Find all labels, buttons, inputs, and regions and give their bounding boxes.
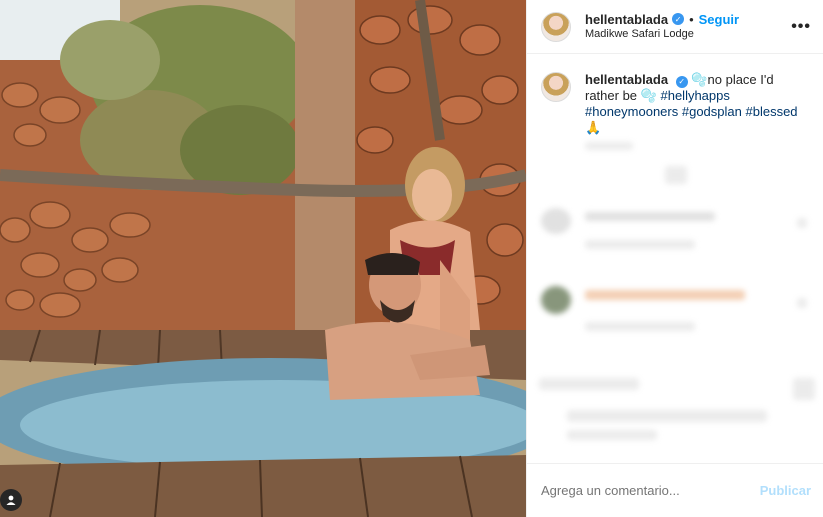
hashtag-link[interactable]: #hellyhapps	[660, 88, 729, 103]
publish-button[interactable]: Publicar	[760, 483, 811, 498]
post-image	[0, 0, 526, 517]
follow-button[interactable]: Seguir	[699, 12, 739, 27]
comment-input[interactable]	[541, 483, 760, 498]
hashtag-link[interactable]: #godsplan	[682, 104, 742, 119]
blurred-comment	[585, 142, 633, 150]
user-tag-icon[interactable]	[0, 489, 22, 511]
blurred-comment	[567, 430, 657, 440]
hashtag-link[interactable]: #honeymooners	[585, 104, 678, 119]
post-header-text: hellentablada ✓ • Seguir Madikwe Safari …	[585, 12, 791, 42]
username-link[interactable]: hellentablada	[585, 12, 668, 27]
post-photo[interactable]	[0, 0, 526, 517]
caption-emoji: 🫧	[691, 72, 708, 87]
blurred-comment	[567, 410, 767, 422]
blurred-avatar	[541, 286, 571, 314]
blurred-comment	[539, 378, 639, 390]
verified-badge-icon: ✓	[672, 13, 685, 25]
caption: hellentablada ✓ 🫧no place I'd rather be …	[527, 54, 823, 136]
caption-username-link[interactable]: hellentablada	[585, 72, 668, 87]
blurred-comment	[585, 212, 715, 221]
person-icon	[6, 495, 16, 505]
blurred-like-icon	[797, 218, 807, 228]
avatar[interactable]	[541, 11, 571, 42]
caption-emoji: 🫧	[640, 88, 657, 103]
comment-form: Publicar	[527, 463, 823, 517]
post-side-panel: hellentablada ✓ • Seguir Madikwe Safari …	[526, 0, 823, 517]
blurred-comment	[665, 166, 687, 184]
separator-dot: •	[689, 11, 694, 27]
post-header: hellentablada ✓ • Seguir Madikwe Safari …	[527, 0, 823, 54]
location-link[interactable]: Madikwe Safari Lodge	[585, 27, 791, 42]
caption-text: hellentablada ✓ 🫧no place I'd rather be …	[585, 72, 805, 136]
blurred-like-icon	[797, 298, 807, 308]
blurred-comment	[585, 290, 745, 300]
blurred-comment	[585, 240, 695, 249]
blurred-icon	[793, 378, 815, 400]
blurred-comment	[585, 322, 695, 331]
caption-avatar[interactable]	[541, 72, 571, 102]
hashtag-link[interactable]: #blessed	[745, 104, 797, 119]
blurred-avatar	[541, 208, 571, 234]
more-options-icon[interactable]: •••	[791, 18, 811, 36]
verified-badge-icon: ✓	[675, 76, 688, 88]
comments-area[interactable]: hellentablada ✓ 🫧no place I'd rather be …	[527, 54, 823, 463]
caption-end-emoji: 🙏	[585, 120, 602, 135]
